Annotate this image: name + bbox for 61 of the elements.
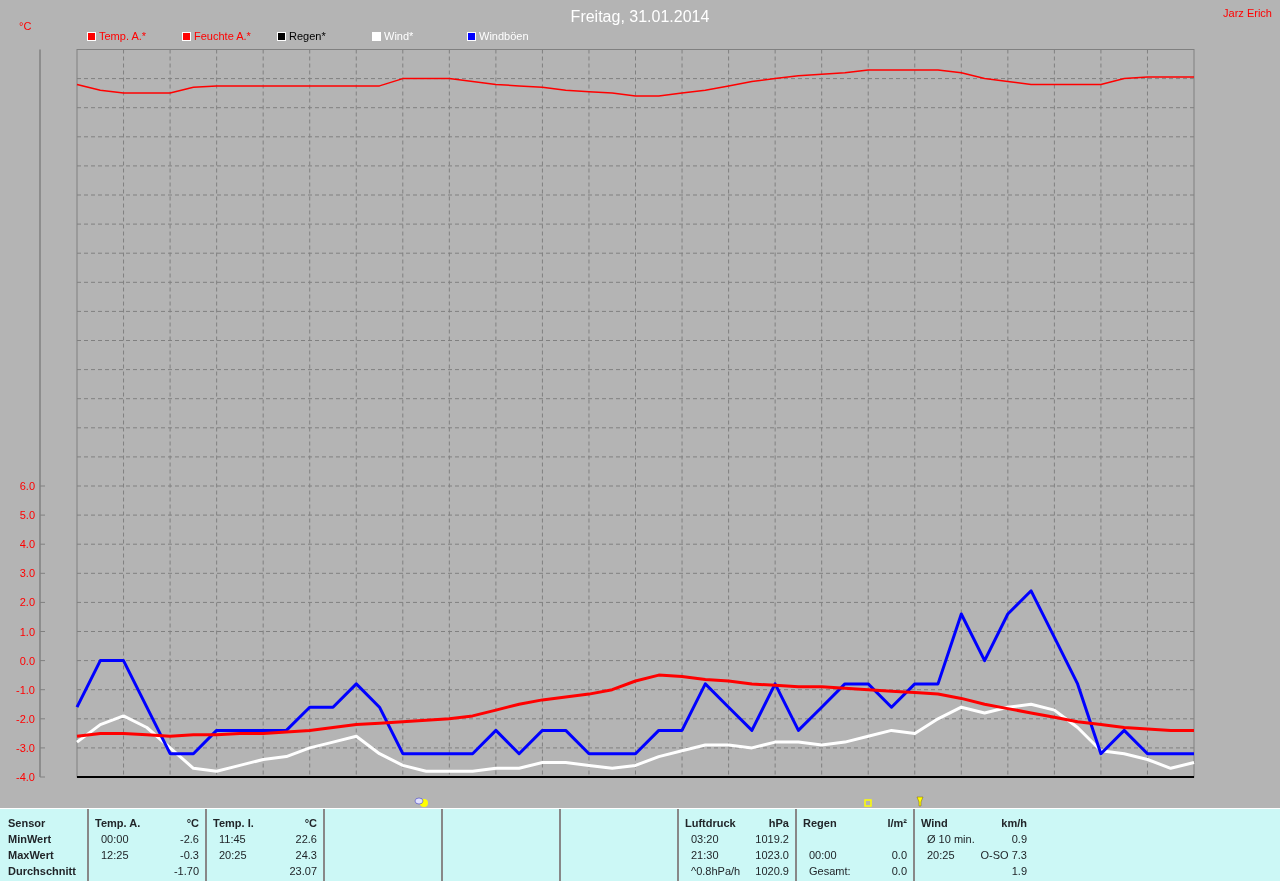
value-cell-text: 0.0 bbox=[891, 848, 907, 863]
value-cell-text: 24.3 bbox=[295, 848, 317, 863]
y-tick-label: -3.0 bbox=[16, 741, 35, 754]
value-cell-text: 1023.0 bbox=[755, 848, 789, 863]
time-cell-text: 00:00 bbox=[808, 848, 837, 863]
value-cell-text: 0.0 bbox=[891, 864, 907, 879]
column-header: Temp. A. bbox=[95, 816, 141, 831]
column-header: Regen bbox=[803, 816, 837, 831]
unit-header: °C bbox=[304, 816, 317, 831]
y-tick-label: 1.0 bbox=[19, 625, 35, 638]
column-header: Wind bbox=[921, 816, 948, 831]
time-cell-text: 20:25 bbox=[926, 848, 955, 863]
value-cell-text: -0.3 bbox=[180, 848, 199, 863]
value-cell-text: 1020.9 bbox=[755, 864, 789, 879]
row-label: Durchschnitt bbox=[8, 864, 76, 879]
legend-label: Feuchte A.* bbox=[194, 29, 251, 45]
y-tick-label: -2.0 bbox=[16, 712, 35, 725]
chart-title: Freitag, 31.01.2014 bbox=[570, 7, 710, 27]
y-tick-label: 3.0 bbox=[19, 567, 35, 580]
time-cell-text: 20:25 bbox=[218, 848, 247, 863]
column-header: Temp. I. bbox=[213, 816, 254, 831]
value-cell-text: 0.9 bbox=[1011, 832, 1027, 847]
legend-label: Windböen bbox=[479, 29, 529, 45]
value-cell-text: 22.6 bbox=[295, 832, 317, 847]
column-header: Luftdruck bbox=[685, 816, 736, 831]
legend-label: Regen* bbox=[289, 29, 326, 45]
unit-header: km/h bbox=[1001, 816, 1027, 831]
time-cell-text: Gesamt: bbox=[808, 864, 851, 879]
row-label: Sensor bbox=[8, 816, 46, 831]
author-label: Jarz Erich bbox=[1223, 6, 1273, 21]
time-cell-text: 03:20 bbox=[690, 832, 719, 847]
value-cell-text: 1019.2 bbox=[755, 832, 789, 847]
y-tick-label: 4.0 bbox=[19, 538, 35, 551]
value-cell-text: -1.70 bbox=[173, 864, 199, 879]
value-cell-text: 1.9 bbox=[1011, 864, 1027, 879]
sun-cloud-icon bbox=[414, 797, 428, 807]
value-cell-text: -2.6 bbox=[180, 832, 199, 847]
y-tick-label: -4.0 bbox=[16, 771, 35, 783]
row-label: MinWert bbox=[8, 832, 52, 847]
y-axis-unit: °C bbox=[18, 19, 33, 35]
time-cell-text: ^0.8hPa/h bbox=[690, 864, 741, 879]
time-cell-text: 21:30 bbox=[690, 848, 719, 863]
time-cell-text: 00:00 bbox=[100, 832, 129, 847]
time-cell-text: 11:45 bbox=[218, 832, 246, 847]
square-icon bbox=[864, 799, 872, 807]
time-cell-text: 12:25 bbox=[100, 848, 129, 863]
unit-header: °C bbox=[186, 816, 199, 831]
value-cell-text: 23.07 bbox=[289, 864, 317, 879]
pointer-icon bbox=[916, 796, 924, 807]
y-tick-label: 6.0 bbox=[19, 480, 35, 492]
row-label: MaxWert bbox=[8, 848, 54, 863]
y-tick-label: 2.0 bbox=[19, 596, 35, 609]
y-tick-label: 0.0 bbox=[19, 654, 35, 667]
legend-label: Temp. A.* bbox=[99, 29, 147, 45]
time-cell-text: Ø 10 min. bbox=[926, 832, 975, 847]
y-tick-label: -1.0 bbox=[16, 683, 35, 696]
y-tick-label: 5.0 bbox=[19, 509, 35, 522]
value-cell-text: O-SO 7.3 bbox=[980, 848, 1027, 863]
unit-header: hPa bbox=[768, 816, 789, 831]
legend-label: Wind* bbox=[384, 29, 414, 45]
unit-header: l/m² bbox=[887, 816, 907, 831]
